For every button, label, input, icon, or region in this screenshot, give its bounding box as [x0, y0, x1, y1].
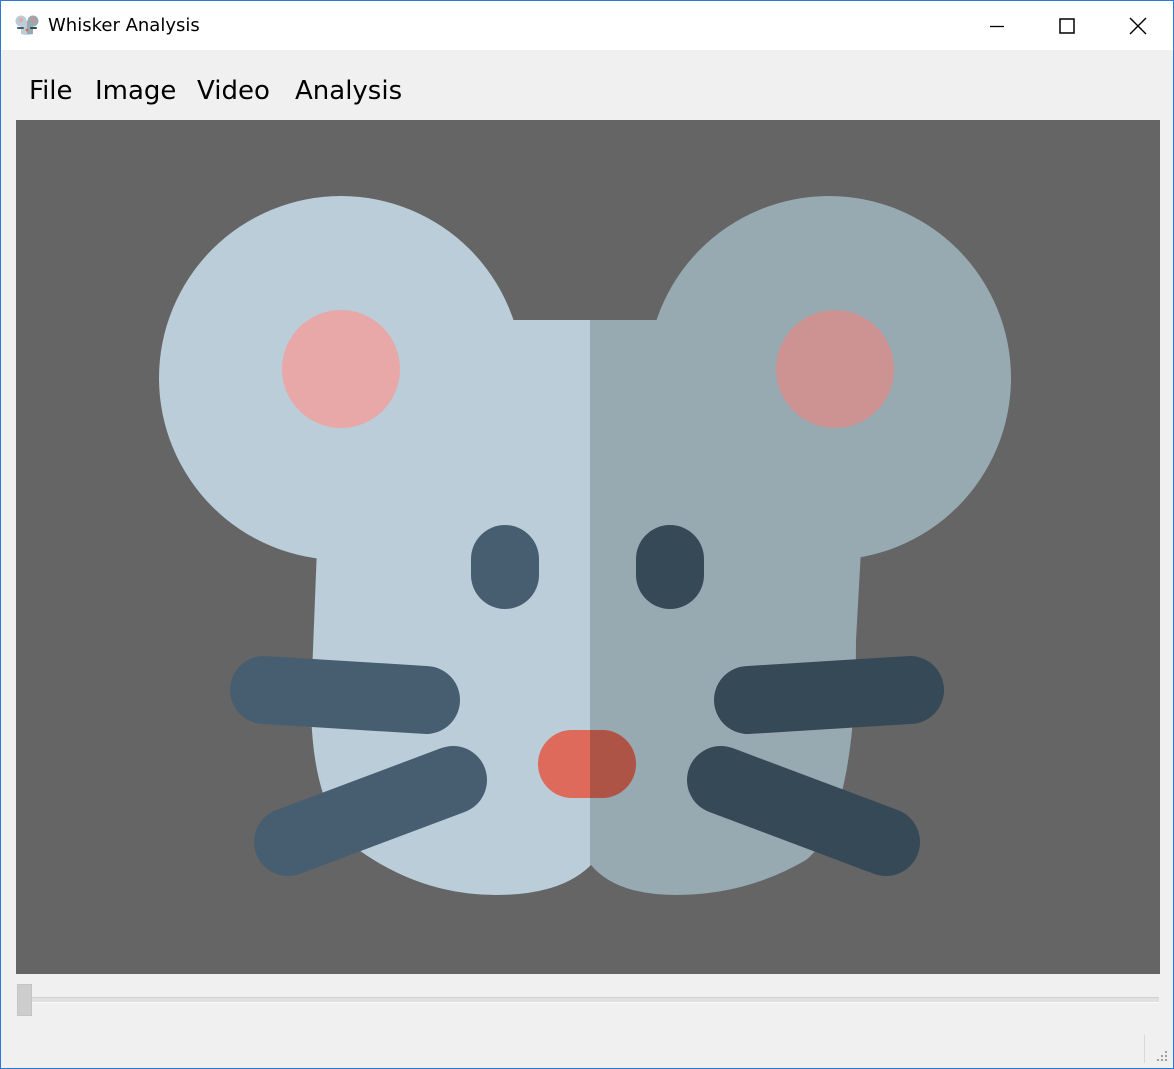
- status-bar: [1, 1032, 1173, 1068]
- right-inner-ear: [776, 310, 894, 428]
- window-title: Whisker Analysis: [48, 15, 200, 36]
- menu-image[interactable]: Image: [95, 74, 176, 108]
- nose: [538, 730, 636, 798]
- mouse-icon: [15, 15, 39, 35]
- maximize-button[interactable]: [1032, 1, 1102, 50]
- right-eye: [636, 525, 704, 609]
- whisker-left-top: [230, 656, 460, 734]
- menu-bar: File Image Video Analysis: [1, 50, 1173, 120]
- resize-grip-icon[interactable]: [1151, 1045, 1169, 1063]
- left-inner-ear: [282, 310, 400, 428]
- image-viewer[interactable]: [16, 120, 1160, 974]
- menu-analysis[interactable]: Analysis: [295, 74, 402, 108]
- close-button[interactable]: [1103, 1, 1173, 50]
- frame-slider-thumb[interactable]: [17, 984, 32, 1016]
- minimize-button[interactable]: [962, 1, 1032, 50]
- status-separator: [1144, 1035, 1145, 1063]
- frame-slider-track[interactable]: [17, 997, 1159, 1003]
- mouse-face-illustration: [159, 196, 1011, 895]
- left-eye: [471, 525, 539, 609]
- title-bar[interactable]: Whisker Analysis: [1, 1, 1173, 50]
- maximize-icon: [1059, 17, 1075, 34]
- close-icon: [1129, 17, 1147, 34]
- menu-video[interactable]: Video: [197, 74, 270, 108]
- whisker-right-top: [714, 656, 944, 734]
- minimize-icon: [990, 25, 1004, 27]
- menu-file[interactable]: File: [29, 74, 73, 108]
- app-window: Whisker Analysis File Image Video Analys…: [0, 0, 1174, 1069]
